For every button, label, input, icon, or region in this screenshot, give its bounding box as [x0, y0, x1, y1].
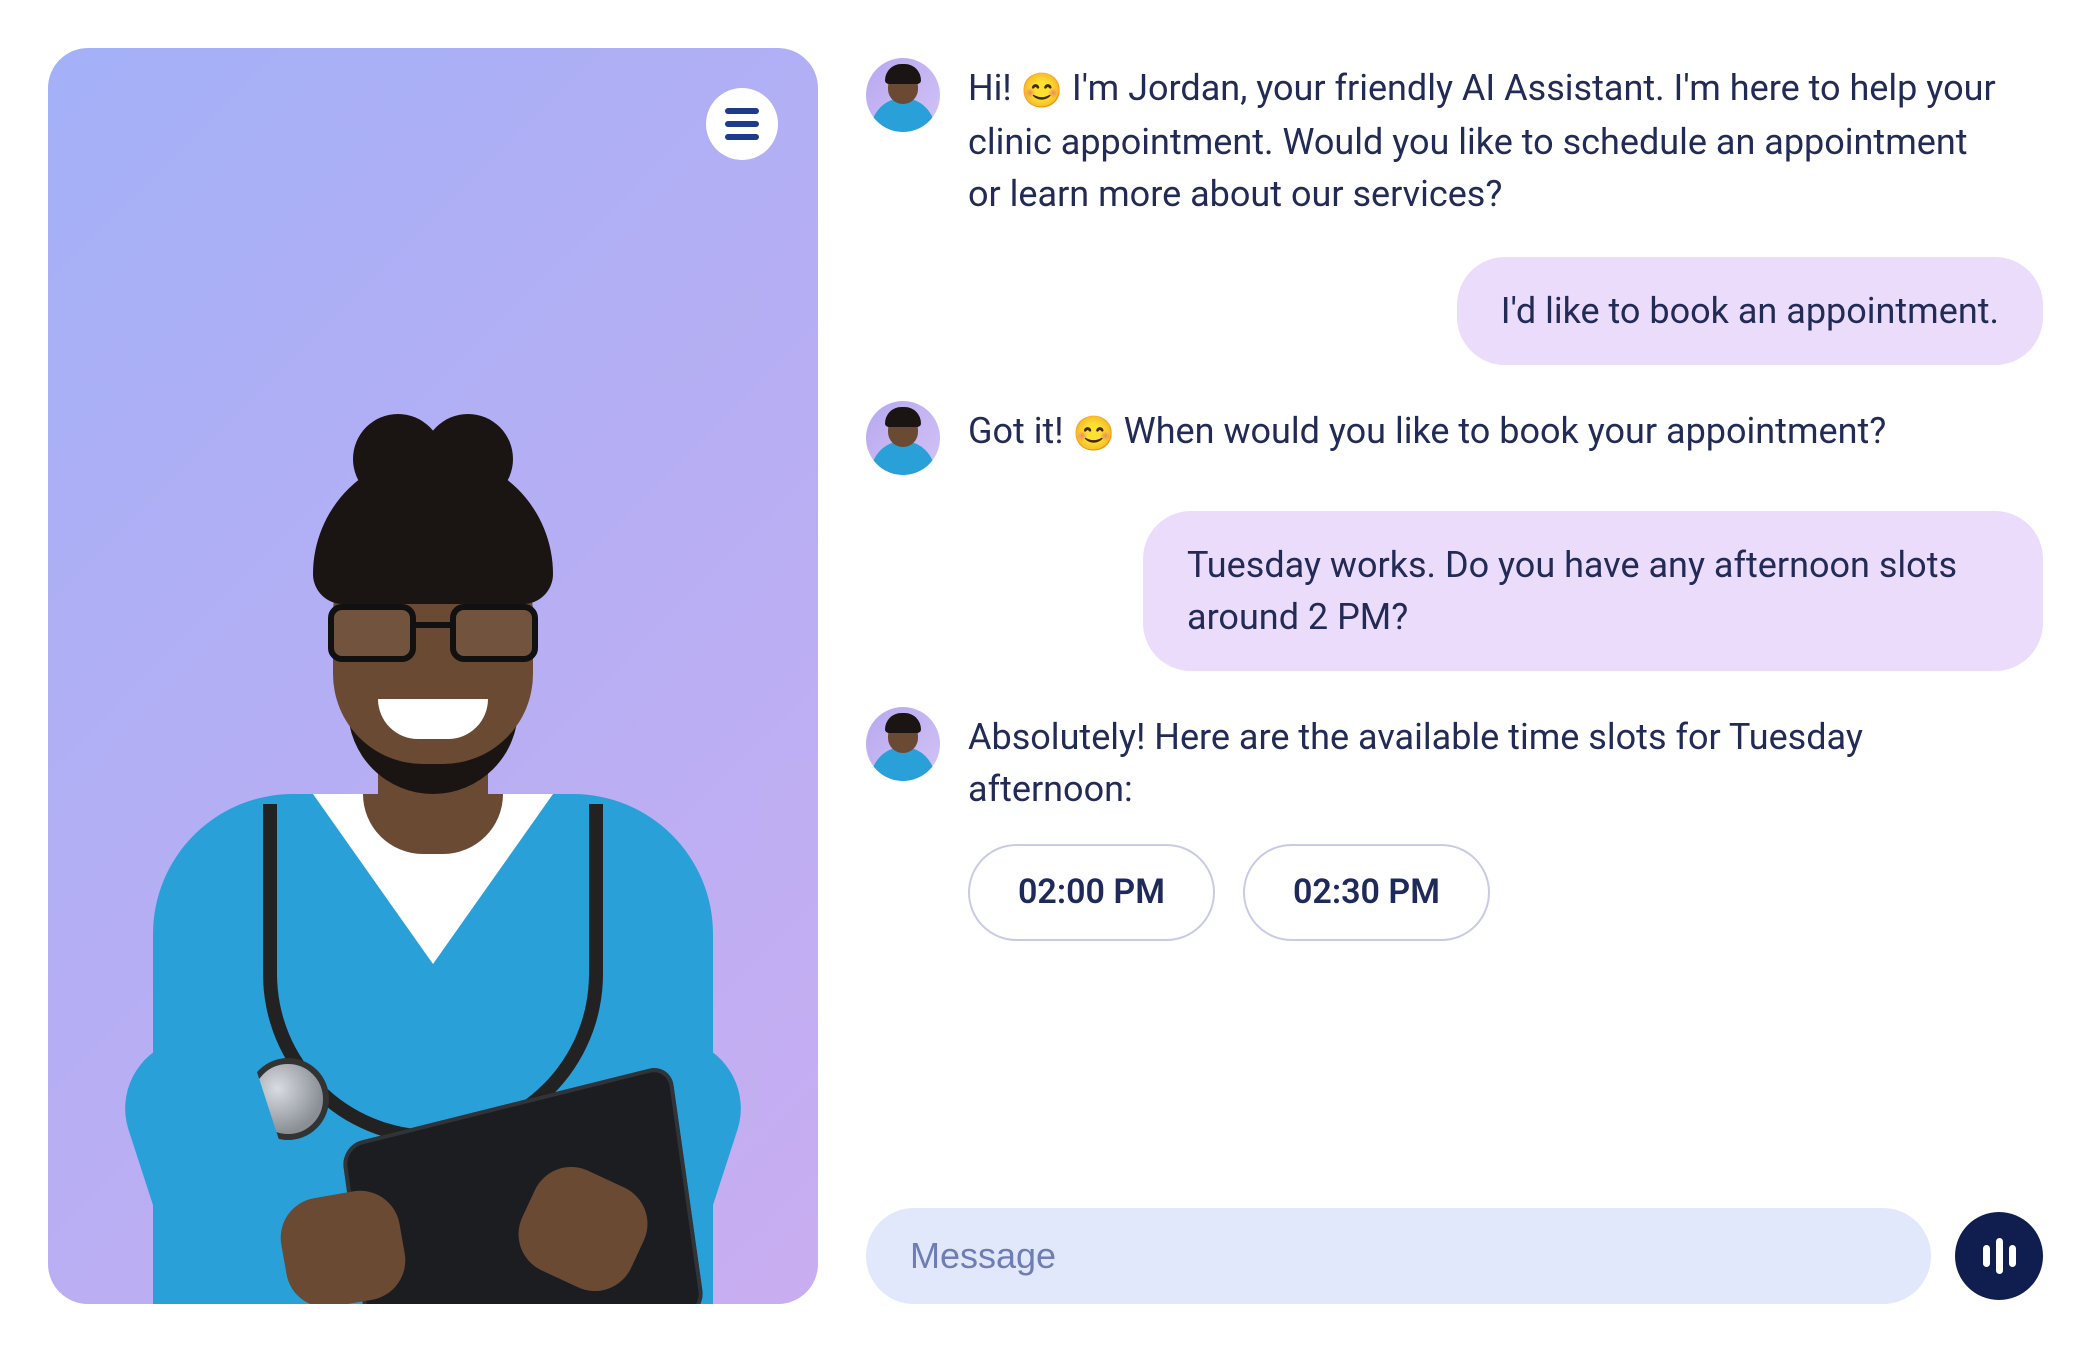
message-user: Tuesday works. Do you have any afternoon…: [866, 511, 2043, 671]
text: I'd like to book an appointment.: [1501, 290, 1999, 332]
time-slot-row: 02:00 PM 02:30 PM: [968, 844, 2008, 941]
user-bubble: I'd like to book an appointment.: [1457, 257, 2043, 365]
message-text: Absolutely! Here are the available time …: [968, 707, 2008, 941]
assistant-illustration: [113, 304, 753, 1304]
message-list: Hi! 😊 I'm Jordan, your friendly AI Assis…: [866, 48, 2043, 1168]
hamburger-icon: [725, 121, 759, 127]
waveform-icon: [1983, 1238, 2016, 1274]
text: When would you like to book your appoint…: [1115, 410, 1886, 452]
user-bubble: Tuesday works. Do you have any afternoon…: [1143, 511, 2043, 671]
smile-emoji-icon: 😊: [1073, 414, 1115, 454]
message-user: I'd like to book an appointment.: [866, 257, 2043, 365]
chat-panel: Hi! 😊 I'm Jordan, your friendly AI Assis…: [866, 48, 2043, 1304]
message-input[interactable]: [866, 1208, 1931, 1304]
message-text: Hi! 😊 I'm Jordan, your friendly AI Assis…: [968, 58, 2008, 221]
message-text: Got it! 😊 When would you like to book yo…: [968, 401, 1886, 459]
text: Got it!: [968, 410, 1073, 452]
message-ai: Absolutely! Here are the available time …: [866, 707, 2043, 941]
time-slot-option[interactable]: 02:00 PM: [968, 844, 1215, 941]
hamburger-icon: [725, 134, 759, 140]
text: Hi!: [968, 67, 1021, 109]
voice-input-button[interactable]: [1955, 1212, 2043, 1300]
avatar: [866, 401, 940, 475]
text: Tuesday works. Do you have any afternoon…: [1187, 544, 1957, 638]
text: Absolutely! Here are the available time …: [968, 716, 1863, 810]
avatar: [866, 58, 940, 132]
message-ai: Hi! 😊 I'm Jordan, your friendly AI Assis…: [866, 58, 2043, 221]
time-slot-option[interactable]: 02:30 PM: [1243, 844, 1490, 941]
app-frame: Hi! 😊 I'm Jordan, your friendly AI Assis…: [0, 0, 2091, 1352]
avatar: [866, 707, 940, 781]
message-ai: Got it! 😊 When would you like to book yo…: [866, 401, 2043, 475]
hamburger-icon: [725, 108, 759, 114]
composer: [866, 1208, 2043, 1304]
smile-emoji-icon: 😊: [1021, 71, 1063, 111]
hero-panel: [48, 48, 818, 1304]
menu-button[interactable]: [706, 88, 778, 160]
text: I'm Jordan, your friendly AI Assistant. …: [968, 67, 1996, 215]
